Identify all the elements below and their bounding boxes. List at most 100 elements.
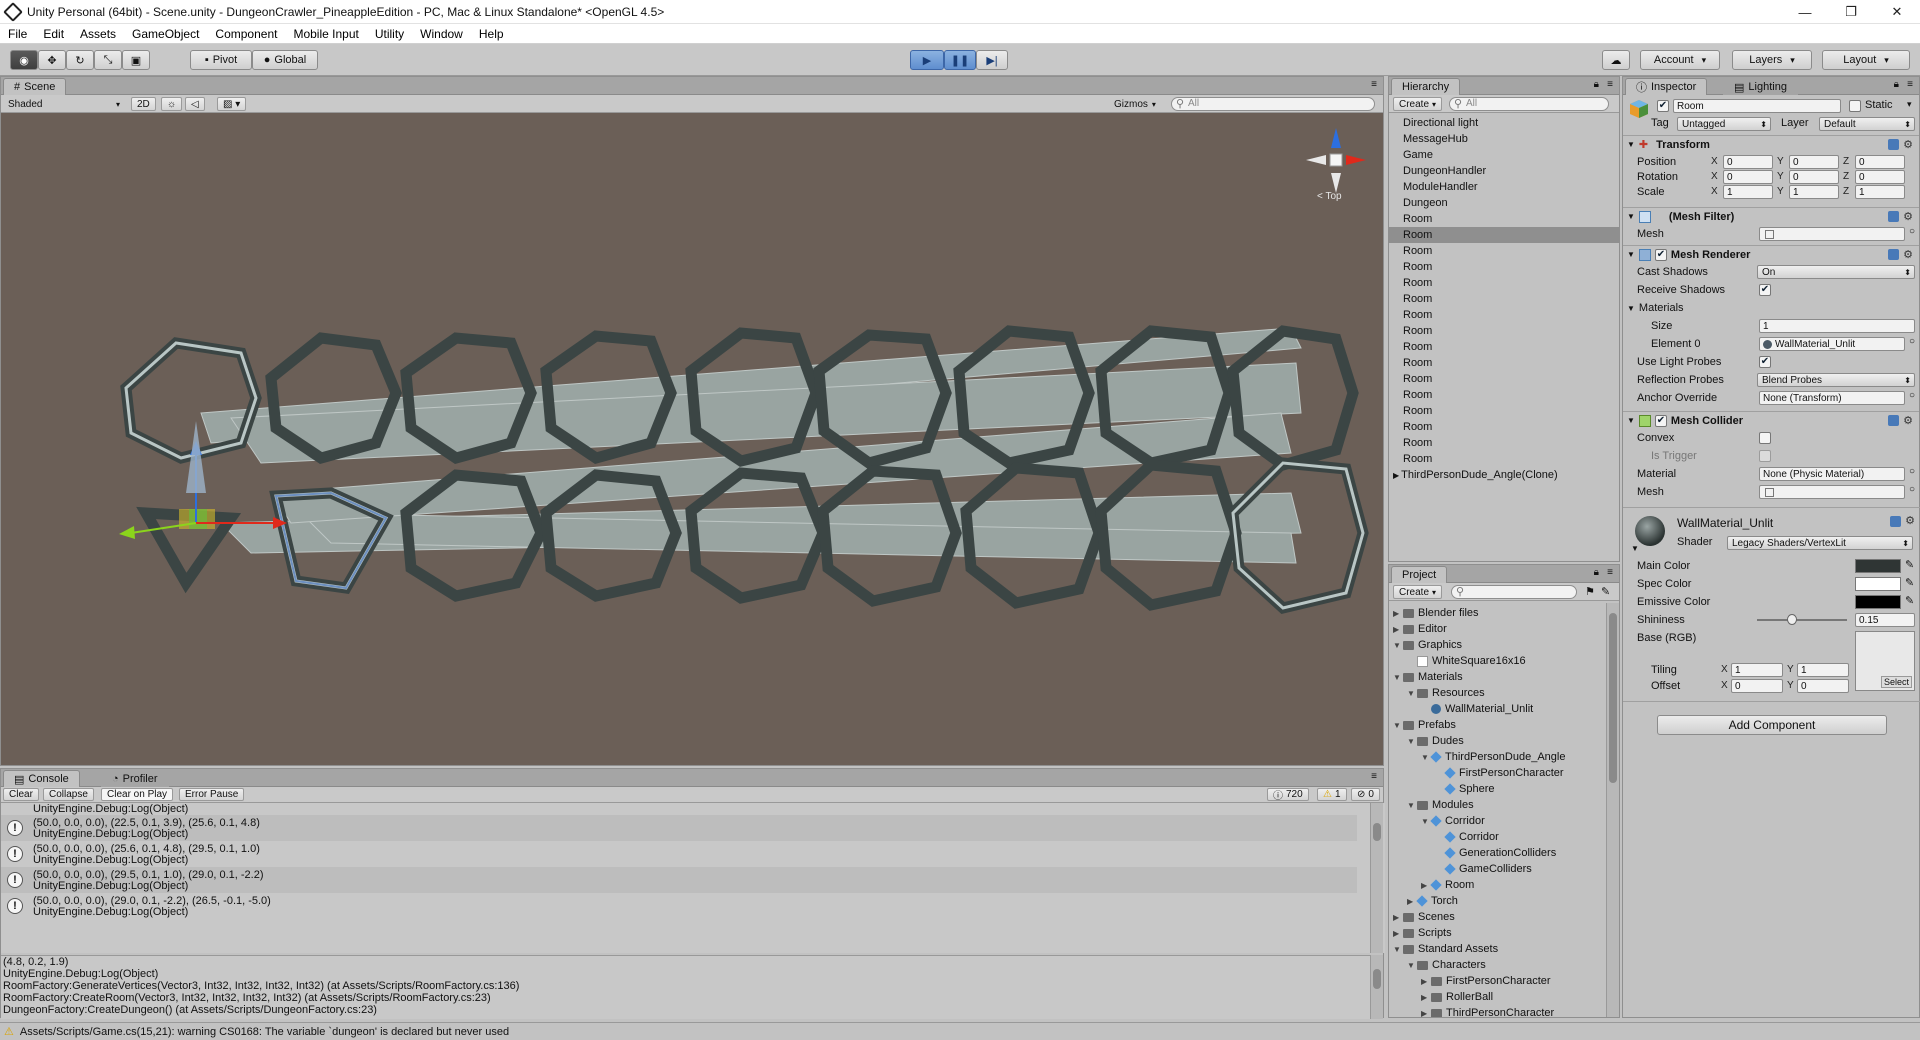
project-item[interactable]: ▶ FirstPersonCharacter [1421, 973, 1551, 989]
project-item[interactable]: GenerationColliders [1435, 845, 1556, 861]
project-create-button[interactable]: Create ▾ [1393, 585, 1443, 599]
offset-y-field[interactable]: 0 [1797, 679, 1849, 693]
console-log-entry[interactable]: ! (50.0, 0.0, 0.0), (22.5, 0.1, 3.9), (25… [1, 815, 1357, 841]
hierarchy-item[interactable]: DungeonHandler [1389, 163, 1619, 179]
texture-select-button[interactable]: Select [1880, 676, 1912, 688]
project-item[interactable]: ▼ Modules [1407, 797, 1474, 813]
static-dropdown-icon[interactable]: ▾ [1907, 99, 1912, 110]
hierarchy-item[interactable]: Room [1389, 435, 1619, 451]
project-item[interactable]: ▼ Characters [1407, 957, 1486, 973]
tiling-x-field[interactable]: 1 [1731, 663, 1783, 677]
hierarchy-item[interactable]: Room [1389, 211, 1619, 227]
project-item[interactable]: ▼ Corridor [1421, 813, 1485, 829]
hierarchy-item[interactable]: Directional light [1389, 115, 1619, 131]
project-item[interactable]: ▶ Torch [1407, 893, 1458, 909]
project-item[interactable]: ▶ Scenes [1393, 909, 1455, 925]
close-button[interactable]: ✕ [1874, 0, 1920, 24]
log-count-toggle[interactable]: ⓘ 720 [1267, 788, 1309, 802]
project-item[interactable]: ▶ Scripts [1393, 925, 1452, 941]
scene-viewport[interactable]: < Top [1, 113, 1383, 765]
main-color-swatch[interactable] [1855, 559, 1901, 573]
gear-icon[interactable]: ⚙ [1903, 210, 1913, 223]
filter-type-icon[interactable]: ⚑ [1585, 585, 1595, 598]
tab-inspector[interactable]: ⓘ Inspector [1625, 78, 1708, 95]
object-picker-icon[interactable]: ○ [1909, 336, 1915, 347]
scene-lighting-button[interactable]: ☼ [161, 97, 183, 111]
expand-arrow-icon[interactable]: ▶ [1393, 609, 1403, 618]
tiling-y-field[interactable]: 1 [1797, 663, 1849, 677]
hierarchy-item[interactable]: Room [1389, 259, 1619, 275]
menu-utility[interactable]: Utility [367, 27, 412, 41]
project-item[interactable]: ▼ Resources [1407, 685, 1485, 701]
expand-arrow-icon[interactable]: ▶ [1421, 1009, 1431, 1018]
pause-button[interactable]: ❚❚ [944, 50, 976, 70]
menu-gameobject[interactable]: GameObject [124, 27, 207, 41]
emissive-color-swatch[interactable] [1855, 595, 1901, 609]
mesh-collider-enabled-checkbox[interactable]: ✔ [1654, 414, 1667, 427]
panel-menu-icon[interactable]: ≡ [1607, 567, 1613, 578]
tab-hierarchy[interactable]: Hierarchy [1391, 78, 1461, 95]
mesh-renderer-header[interactable]: ▼ ✔ Mesh Renderer ⚙ [1623, 245, 1919, 263]
expand-arrow-icon[interactable]: ▼ [1393, 641, 1403, 650]
project-search-input[interactable] [1451, 585, 1577, 599]
hierarchy-item[interactable]: Room [1389, 419, 1619, 435]
expand-arrow-icon[interactable]: ▶ [1421, 993, 1431, 1002]
project-item[interactable]: ▼ Standard Assets [1393, 941, 1498, 957]
panel-menu-icon[interactable]: ≡ [1371, 771, 1377, 782]
hierarchy-search-input[interactable]: All [1449, 97, 1609, 111]
tag-dropdown[interactable]: Untagged [1677, 117, 1771, 131]
help-icon[interactable] [1888, 415, 1899, 426]
hierarchy-item[interactable]: ▶ ThirdPersonDude_Angle(Clone) [1389, 467, 1619, 483]
console-scrollbar[interactable] [1370, 803, 1383, 953]
eyedropper-icon[interactable]: ✎ [1905, 594, 1914, 607]
lock-icon[interactable]: 🔒︎ [1894, 79, 1899, 90]
transform-header[interactable]: ▼ ✚ Transform ⚙ [1623, 135, 1919, 153]
console-log-entry[interactable]: ! (50.0, 0.0, 0.0), (29.0, 0.1, -2.2), (2… [1, 893, 1357, 919]
project-item[interactable]: ▶ ThirdPersonCharacter [1421, 1005, 1554, 1017]
active-checkbox[interactable]: ✔ [1657, 100, 1669, 112]
gear-icon[interactable]: ⚙ [1903, 414, 1913, 427]
materials-label[interactable]: ▼ Materials [1627, 301, 1684, 315]
element0-field[interactable]: WallMaterial_Unlit [1759, 337, 1905, 351]
console-clear-button[interactable]: Clear [3, 788, 39, 801]
tab-project[interactable]: Project [1391, 566, 1448, 583]
hierarchy-item[interactable]: Room [1389, 355, 1619, 371]
materials-size-field[interactable]: 1 [1759, 319, 1915, 333]
help-icon[interactable] [1888, 249, 1899, 260]
tab-lighting[interactable]: ▤ Lighting [1723, 78, 1798, 95]
step-button[interactable]: ▶| [976, 50, 1008, 70]
expand-arrow-icon[interactable]: ▼ [1407, 689, 1417, 698]
expand-arrow-icon[interactable]: ▼ [1407, 961, 1417, 970]
convex-checkbox[interactable] [1759, 432, 1771, 444]
console-log-entry[interactable]: ! (50.0, 0.0, 0.0), (29.5, 0.1, 1.0), (29… [1, 867, 1357, 893]
error-pause-toggle[interactable]: Error Pause [179, 788, 245, 801]
expand-arrow-icon[interactable]: ▶ [1421, 977, 1431, 986]
scene-effects-button[interactable]: ▨ ▾ [217, 97, 247, 111]
base-texture-slot[interactable]: Select [1855, 631, 1915, 691]
project-item[interactable]: ▼ Dudes [1407, 733, 1464, 749]
orientation-gizmo[interactable]: < Top [1301, 123, 1371, 213]
help-icon[interactable] [1890, 516, 1901, 527]
shader-dropdown[interactable]: Legacy Shaders/VertexLit [1727, 536, 1913, 550]
gear-icon[interactable]: ⚙ [1903, 138, 1913, 151]
menu-file[interactable]: File [0, 27, 35, 41]
project-item[interactable]: ▼ ThirdPersonDude_Angle [1421, 749, 1565, 765]
panel-menu-icon[interactable]: ≡ [1371, 79, 1377, 90]
mesh-filter-mesh-field[interactable] [1759, 227, 1905, 241]
toggle-2d-button[interactable]: 2D [131, 97, 156, 111]
play-button[interactable]: ▶ [910, 50, 944, 70]
project-item[interactable]: ▼ Materials [1393, 669, 1463, 685]
project-item[interactable]: ▶ Room [1421, 877, 1474, 893]
static-checkbox[interactable] [1849, 100, 1861, 112]
rect-tool-button[interactable]: ▣ [122, 50, 150, 70]
warning-count-toggle[interactable]: ⚠ 1 [1317, 788, 1347, 801]
transform-position-x-field[interactable]: 0 [1723, 155, 1773, 169]
hierarchy-create-button[interactable]: Create ▾ [1393, 97, 1443, 111]
rotate-tool-button[interactable]: ↻ [66, 50, 94, 70]
layout-dropdown[interactable]: Layout [1822, 50, 1910, 70]
project-item[interactable]: ▶ Blender files [1393, 605, 1479, 621]
expand-arrow-icon[interactable]: ▶ [1393, 929, 1403, 938]
mesh-collider-header[interactable]: ▼ ✔ Mesh Collider ⚙ [1623, 411, 1919, 429]
shininess-slider-thumb[interactable] [1787, 614, 1798, 625]
receive-shadows-checkbox[interactable]: ✔ [1759, 284, 1771, 296]
